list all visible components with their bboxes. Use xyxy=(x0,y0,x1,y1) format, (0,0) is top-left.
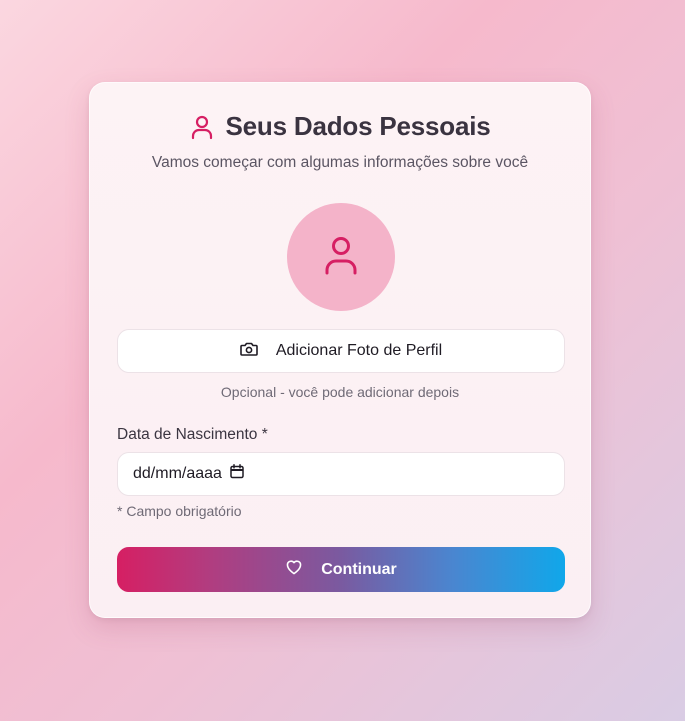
birth-date-placeholder: dd/mm/aaaa xyxy=(133,465,222,482)
birth-date-label: Data de Nascimento * xyxy=(117,426,268,443)
calendar-icon[interactable] xyxy=(230,464,244,484)
required-field-note: * Campo obrigatório xyxy=(117,503,242,519)
avatar xyxy=(287,203,395,311)
personal-data-card: Seus Dados Pessoais Vamos começar com al… xyxy=(89,82,591,618)
user-icon xyxy=(190,114,214,140)
page-subtitle: Vamos começar com algumas informações so… xyxy=(151,154,529,171)
add-profile-photo-label: Adicionar Foto de Perfil xyxy=(275,342,443,359)
birth-date-input[interactable]: dd/mm/aaaa xyxy=(117,452,565,496)
photo-hint: Opcional - você pode adicionar depois xyxy=(220,384,460,400)
continue-label: Continuar xyxy=(321,560,397,578)
page-title: Seus Dados Pessoais xyxy=(225,111,491,141)
header: Seus Dados Pessoais xyxy=(90,111,590,142)
user-icon xyxy=(323,235,359,280)
heart-icon xyxy=(285,559,303,580)
continue-button[interactable]: Continuar xyxy=(117,547,565,592)
add-profile-photo-button[interactable]: Adicionar Foto de Perfil xyxy=(117,329,565,373)
camera-icon xyxy=(240,341,258,362)
